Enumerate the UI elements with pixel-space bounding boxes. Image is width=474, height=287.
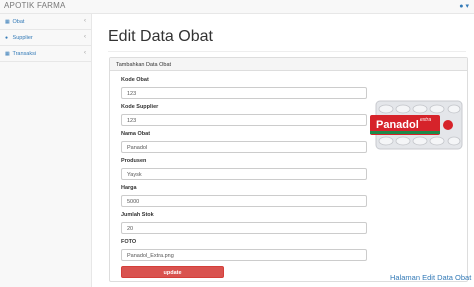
sidebar-item-obat[interactable]: ▦ Obat ‹ <box>0 14 91 30</box>
jumlah-stok-label: Jumlah Stok <box>121 212 154 218</box>
sidebar-item-label: Supplier <box>12 35 33 41</box>
foto-label: FOTO <box>121 239 137 245</box>
table-icon: ▦ <box>5 51 10 57</box>
chevron-left-icon: ‹ <box>84 18 86 24</box>
harga-input[interactable]: 5000 <box>121 195 367 207</box>
divider <box>108 51 466 52</box>
panel-heading: Tambahkan Data Obat <box>110 58 467 71</box>
product-sub-text: extra <box>420 117 431 123</box>
chevron-left-icon: ‹ <box>84 50 86 56</box>
user-icon: ● <box>5 35 9 41</box>
kode-obat-input[interactable]: 123 <box>121 87 367 99</box>
caret-down-icon: ▾ <box>463 3 469 10</box>
table-icon: ▦ <box>5 19 10 25</box>
page-title: Edit Data Obat <box>108 28 213 45</box>
product-brand-text: Panadol <box>376 119 419 131</box>
sidebar-item-supplier[interactable]: ● Supplier ‹ <box>0 30 91 46</box>
harga-label: Harga <box>121 185 137 191</box>
app-brand[interactable]: APOTIK FARMA <box>4 1 66 10</box>
edit-form-panel: Tambahkan Data Obat Kode Obat 123 Kode S… <box>109 57 468 282</box>
sidebar-item-label: Obat <box>12 19 25 25</box>
user-menu[interactable]: ● ▾ <box>459 2 469 10</box>
kode-obat-label: Kode Obat <box>121 77 149 83</box>
panadol-product-image: Panadol extra <box>370 100 463 150</box>
nama-obat-label: Nama Obat <box>121 131 151 137</box>
kode-supplier-label: Kode Supplier <box>121 104 159 110</box>
chevron-left-icon: ‹ <box>84 34 86 40</box>
top-navbar: APOTIK FARMA ● ▾ <box>0 0 474 14</box>
sidebar: ▦ Obat ‹ ● Supplier ‹ ▦ Transaksi ‹ <box>0 14 92 287</box>
foto-input[interactable]: Panadol_Extra.png <box>121 249 367 261</box>
produsen-label: Produsen <box>121 158 147 164</box>
sidebar-item-transaksi[interactable]: ▦ Transaksi ‹ <box>0 46 91 62</box>
footer-page-link[interactable]: Halaman Edit Data Obat <box>390 273 471 282</box>
update-button[interactable]: update <box>121 266 224 278</box>
kode-supplier-input[interactable]: 123 <box>121 114 367 126</box>
produsen-input[interactable]: Yaysk <box>121 168 367 180</box>
jumlah-stok-input[interactable]: 20 <box>121 222 367 234</box>
nama-obat-input[interactable]: Panadol <box>121 141 367 153</box>
sidebar-item-label: Transaksi <box>12 51 37 57</box>
